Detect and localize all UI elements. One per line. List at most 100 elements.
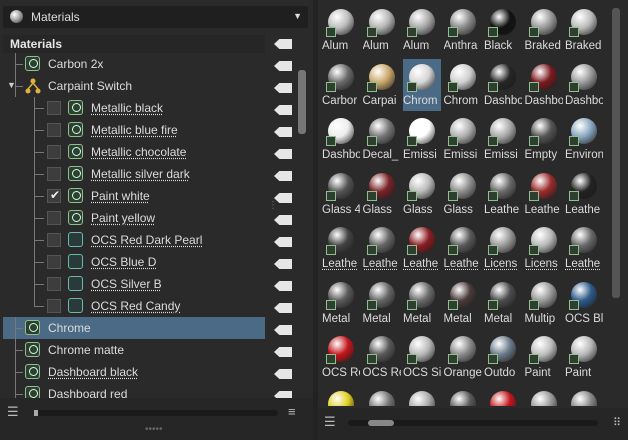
- material-thumbnail[interactable]: Metal: [484, 277, 522, 329]
- tag-icon[interactable]: [274, 171, 292, 181]
- tag-icon[interactable]: [274, 347, 292, 357]
- tree-row[interactable]: Metallic blue fire: [3, 119, 265, 141]
- tag-icon[interactable]: [274, 369, 292, 379]
- checkbox[interactable]: [47, 211, 61, 225]
- scroll-thumb[interactable]: [368, 420, 394, 426]
- tree-row[interactable]: Dashboard red: [3, 383, 265, 398]
- material-thumbnail[interactable]: Leathe: [363, 222, 401, 274]
- material-thumbnail[interactable]: Dashbo: [525, 59, 563, 111]
- material-thumbnail[interactable]: Emissi: [444, 113, 482, 165]
- tree-row[interactable]: Dashboard black: [3, 361, 265, 383]
- tree-row[interactable]: Metallic chocolate: [3, 141, 265, 163]
- material-thumbnail[interactable]: Glass: [403, 168, 441, 220]
- checkbox[interactable]: [47, 145, 61, 159]
- grid-vertical-scrollbar[interactable]: [612, 8, 620, 298]
- material-thumbnail[interactable]: Environ: [565, 113, 603, 165]
- material-thumbnail[interactable]: [403, 386, 441, 406]
- chevron-down-icon[interactable]: ▼: [293, 11, 302, 21]
- tree-row[interactable]: Chrome: [3, 317, 265, 339]
- material-thumbnail[interactable]: [525, 386, 563, 406]
- material-thumbnail[interactable]: Alum: [322, 4, 360, 56]
- tag-icon[interactable]: [274, 259, 292, 269]
- material-thumbnail[interactable]: Dashbo: [484, 59, 522, 111]
- tree-row[interactable]: ✔ Paint white: [3, 185, 265, 207]
- material-thumbnail[interactable]: Orange: [444, 331, 482, 383]
- tree-horizontal-scrollbar[interactable]: [34, 410, 278, 416]
- tree-row[interactable]: OCS Red Dark Pearl: [3, 229, 265, 251]
- material-thumbnail[interactable]: Paint: [565, 331, 603, 383]
- grid-horizontal-scrollbar[interactable]: [348, 420, 598, 426]
- material-thumbnail[interactable]: Licens: [525, 222, 563, 274]
- material-thumbnail[interactable]: Empty: [525, 113, 563, 165]
- material-thumbnail[interactable]: Metal: [444, 277, 482, 329]
- checkbox[interactable]: ✔: [47, 188, 61, 203]
- tag-icon[interactable]: [274, 127, 292, 137]
- material-thumbnail[interactable]: [322, 386, 360, 406]
- materials-dropdown[interactable]: Materials ▼: [3, 6, 308, 28]
- scroll-thumb[interactable]: [34, 410, 38, 416]
- material-thumbnail[interactable]: Carpai: [363, 59, 401, 111]
- tree-row[interactable]: Metallic silver dark: [3, 163, 265, 185]
- material-thumbnail[interactable]: Leathe: [403, 222, 441, 274]
- material-thumbnail[interactable]: Alum: [403, 4, 441, 56]
- material-thumbnail[interactable]: Paint: [525, 331, 563, 383]
- checkbox[interactable]: [47, 123, 61, 137]
- material-thumbnail[interactable]: Leathe: [565, 168, 603, 220]
- material-thumbnail[interactable]: Leathe: [484, 168, 522, 220]
- list-view-icon[interactable]: ≡: [288, 404, 296, 419]
- tree-row[interactable]: Metallic black: [3, 97, 265, 119]
- material-thumbnail[interactable]: Braked: [525, 4, 563, 56]
- tree-row[interactable]: OCS Silver B: [3, 273, 265, 295]
- material-thumbnail[interactable]: OCS Re: [322, 331, 360, 383]
- resize-grip-icon[interactable]: •••••: [145, 424, 163, 435]
- material-thumbnail[interactable]: Decal_: [363, 113, 401, 165]
- material-thumbnail[interactable]: Metal: [363, 277, 401, 329]
- tree-vertical-scrollbar[interactable]: [298, 70, 306, 134]
- checkbox[interactable]: [47, 277, 61, 291]
- tag-icon[interactable]: [274, 39, 292, 49]
- tag-icon[interactable]: [274, 61, 292, 71]
- checkbox[interactable]: [47, 233, 61, 247]
- grid-view-icon[interactable]: ⠿: [613, 416, 621, 429]
- material-thumbnail[interactable]: Braked: [565, 4, 603, 56]
- tag-icon[interactable]: [274, 391, 292, 398]
- material-thumbnail[interactable]: Black: [484, 4, 522, 56]
- splitter-handle[interactable]: ⋮: [268, 200, 278, 211]
- material-thumbnail[interactable]: Outdo: [484, 331, 522, 383]
- material-thumbnail[interactable]: Alum: [363, 4, 401, 56]
- material-thumbnail[interactable]: Emissi: [403, 113, 441, 165]
- tag-icon[interactable]: [274, 83, 292, 93]
- material-thumbnail[interactable]: Emissi: [484, 113, 522, 165]
- checkbox[interactable]: [47, 167, 61, 181]
- tag-icon[interactable]: [274, 303, 292, 313]
- tree-row[interactable]: OCS Red Candy: [3, 295, 265, 317]
- material-thumbnail[interactable]: Leathe: [525, 168, 563, 220]
- material-thumbnail[interactable]: Metal: [403, 277, 441, 329]
- material-thumbnail[interactable]: [565, 386, 603, 406]
- tree-row[interactable]: ▼ Carpaint Switch: [3, 75, 265, 97]
- material-thumbnail[interactable]: [444, 386, 482, 406]
- material-thumbnail[interactable]: Chrom: [403, 58, 441, 111]
- material-thumbnail[interactable]: Dashbo: [322, 113, 360, 165]
- material-thumbnail[interactable]: OCS Re: [363, 331, 401, 383]
- checkbox[interactable]: [47, 255, 61, 269]
- material-thumbnail[interactable]: Carbor: [322, 59, 360, 111]
- material-thumbnail[interactable]: [484, 386, 522, 406]
- tree-row[interactable]: Carbon 2x: [3, 53, 265, 75]
- material-thumbnail[interactable]: Licens: [484, 222, 522, 274]
- material-thumbnail[interactable]: Chrom: [444, 59, 482, 111]
- material-thumbnail[interactable]: Leathe: [444, 222, 482, 274]
- expand-arrow-icon[interactable]: ▼: [7, 80, 16, 90]
- tree-row[interactable]: Chrome matte: [3, 339, 265, 361]
- menu-icon[interactable]: ☰: [7, 404, 19, 420]
- tag-icon[interactable]: [274, 237, 292, 247]
- material-thumbnail[interactable]: Leathe: [322, 222, 360, 274]
- tag-icon[interactable]: [274, 325, 292, 335]
- material-thumbnail[interactable]: Leathe: [565, 222, 603, 274]
- material-thumbnail[interactable]: Anthra: [444, 4, 482, 56]
- material-thumbnail[interactable]: Glass: [444, 168, 482, 220]
- material-thumbnail[interactable]: Dashbo: [565, 59, 603, 111]
- tree-row[interactable]: OCS Blue D: [3, 251, 265, 273]
- tag-icon[interactable]: [274, 281, 292, 291]
- tag-icon[interactable]: [274, 149, 292, 159]
